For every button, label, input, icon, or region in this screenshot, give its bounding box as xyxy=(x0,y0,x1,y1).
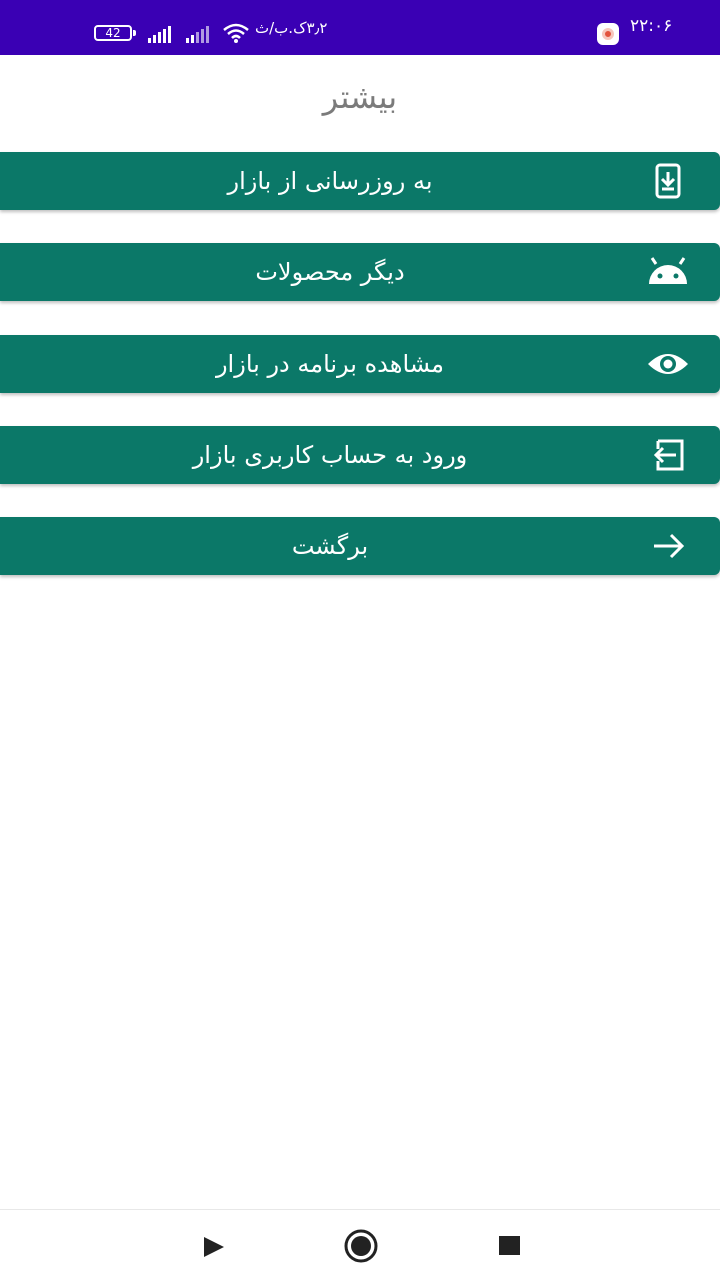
update-from-bazaar-button[interactable]: به روزرسانی از بازار xyxy=(0,152,720,210)
login-bazaar-account-button[interactable]: ورود به حساب کاربری بازار xyxy=(0,426,720,484)
network-speed: ۳٫۲ک.ب/ث xyxy=(255,19,328,37)
other-products-button[interactable]: دیگر محصولات xyxy=(0,243,720,301)
wifi-icon xyxy=(222,22,250,48)
download-phone-icon xyxy=(643,163,693,199)
menu-item-label: دیگر محصولات xyxy=(255,258,405,286)
eye-icon xyxy=(643,346,693,382)
status-bar: ۲۲:۰۶ 42 ۳٫۲ک.ب/ث xyxy=(0,0,720,55)
arrow-right-icon xyxy=(643,528,693,564)
back-button[interactable]: برگشت xyxy=(0,517,720,575)
view-app-in-bazaar-button[interactable]: مشاهده برنامه در بازار xyxy=(0,335,720,393)
menu-item-label: برگشت xyxy=(291,532,369,560)
signal-strength-icon-2 xyxy=(186,25,214,43)
login-icon xyxy=(643,437,693,473)
nav-home-icon[interactable] xyxy=(344,1229,378,1267)
system-navigation-bar xyxy=(0,1209,720,1281)
status-time: ۲۲:۰۶ xyxy=(630,16,673,36)
android-icon xyxy=(643,254,693,290)
menu-item-label: به روزرسانی از بازار xyxy=(227,167,433,195)
signal-strength-icon xyxy=(148,25,176,43)
notification-app-icon xyxy=(597,23,619,45)
nav-recent-apps-icon[interactable] xyxy=(499,1236,520,1255)
page-title: بیشتر xyxy=(322,78,398,116)
nav-back-icon[interactable] xyxy=(203,1236,225,1262)
menu-item-label: مشاهده برنامه در بازار xyxy=(215,350,445,378)
menu-item-label: ورود به حساب کاربری بازار xyxy=(192,441,468,469)
battery-icon: 42 xyxy=(94,25,136,41)
